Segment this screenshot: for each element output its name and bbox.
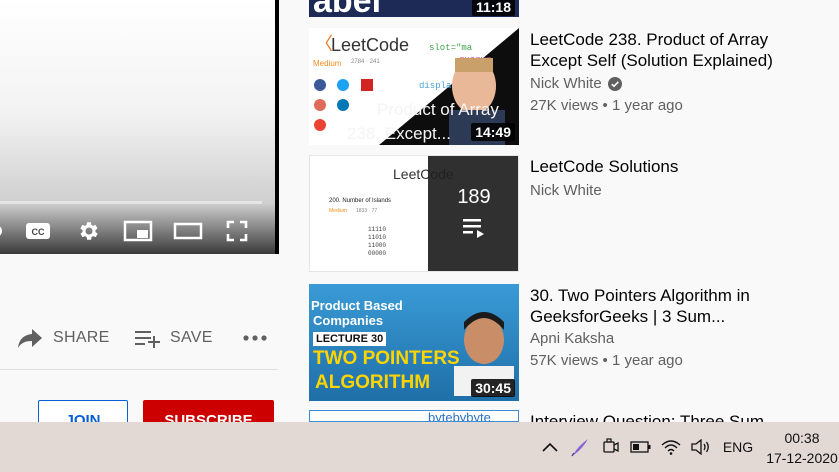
thumbnail-overlay-line1: Product of Array bbox=[377, 100, 499, 119]
meta-separator: • bbox=[602, 352, 612, 369]
thumbnail-banner: Product Based Companies bbox=[311, 298, 441, 328]
video-duration: 30:45 bbox=[471, 379, 515, 397]
thumbnail-grid-row: 11110 bbox=[368, 226, 387, 233]
video-player[interactable]: CC bbox=[0, 0, 278, 254]
thumbnail-headline-line1: TWO POINTERS bbox=[313, 348, 460, 369]
verified-badge-icon bbox=[607, 76, 622, 91]
player-edge bbox=[275, 0, 279, 254]
share-button[interactable]: SHARE bbox=[17, 318, 110, 358]
divider bbox=[0, 369, 278, 370]
video-duration: 14:49 bbox=[471, 123, 515, 141]
svg-text:CC: CC bbox=[32, 227, 45, 237]
view-count: 27K views bbox=[530, 97, 599, 114]
thumbnail-lecture: LECTURE 30 bbox=[313, 332, 387, 346]
thumbnail-text: abel bbox=[313, 0, 381, 17]
thumbnail-grid-row: 11000 bbox=[368, 242, 387, 249]
video-thumbnail[interactable]: Product Based Companies LECTURE 30 TWO P… bbox=[309, 284, 519, 401]
upload-age: 1 year ago bbox=[611, 97, 683, 114]
theater-mode-icon[interactable] bbox=[172, 210, 204, 252]
thumbnail-banner-line1: Product Based bbox=[311, 298, 403, 313]
video-duration: 11:18 bbox=[471, 0, 515, 16]
video-meta: 27K views • 1 year ago bbox=[530, 97, 683, 114]
player-controls: CC bbox=[0, 210, 275, 252]
thumbnail-grid-row: 11010 bbox=[368, 234, 387, 241]
clock-time: 00:38 bbox=[784, 430, 820, 446]
add-to-playlist-icon bbox=[135, 331, 160, 348]
thumbnail-level: Medium bbox=[313, 59, 342, 68]
thumbnail-counts: 2784 · 241 bbox=[351, 59, 380, 65]
playlist-icon bbox=[463, 219, 484, 238]
volume-icon[interactable] bbox=[688, 422, 714, 472]
taskbar: ENG 00:38 17-12-2020 bbox=[0, 422, 839, 472]
playlist-count: 189 bbox=[457, 186, 491, 208]
subtitles-icon[interactable]: CC bbox=[23, 210, 53, 252]
video-meta: 57K views • 1 year ago bbox=[530, 352, 683, 369]
thumbnail-banner-line2: Companies bbox=[313, 313, 384, 328]
thumbnail-counts: 1833 · 77 bbox=[356, 208, 378, 214]
clock-date: 17-12-2020 bbox=[766, 450, 838, 466]
channel-name[interactable]: Nick White bbox=[530, 75, 622, 92]
share-label: SHARE bbox=[53, 329, 110, 346]
system-clock[interactable]: 00:38 17-12-2020 bbox=[762, 428, 839, 468]
channel-name[interactable]: Nick White bbox=[530, 182, 602, 199]
playlist-thumbnail[interactable]: LeetCode 200. Number of Islands Medium 1… bbox=[309, 155, 519, 272]
youtube-watch-page: CC SHARE SAVE JOIN SUBSCRIBE 11:18 slot=… bbox=[0, 0, 839, 472]
pen-icon[interactable] bbox=[567, 422, 593, 472]
save-label: SAVE bbox=[170, 329, 213, 346]
video-progress-bar[interactable] bbox=[0, 201, 262, 204]
chevron-up-icon[interactable] bbox=[538, 422, 562, 472]
channel-name[interactable]: Apni Kaksha bbox=[530, 330, 614, 347]
channel-name-text: Nick White bbox=[530, 75, 602, 92]
thumbnail-overlay-line2: 238. Except... bbox=[347, 124, 451, 143]
battery-icon[interactable] bbox=[628, 422, 654, 472]
video-actions: SHARE SAVE bbox=[0, 318, 278, 358]
thumbnail-headline-line2: ALGORITHM bbox=[315, 372, 431, 393]
meta-separator: • bbox=[602, 97, 612, 114]
more-actions-button[interactable] bbox=[242, 318, 268, 358]
svg-text:slot="ma: slot="ma bbox=[429, 43, 473, 53]
save-button[interactable]: SAVE bbox=[134, 318, 213, 358]
wifi-icon[interactable] bbox=[658, 422, 684, 472]
miniplayer-toggle-icon[interactable] bbox=[0, 210, 6, 252]
video-thumbnail[interactable]: bytebybyte bbox=[309, 410, 519, 422]
view-count: 57K views bbox=[530, 352, 599, 369]
video-title[interactable]: LeetCode 238. Product of Array Except Se… bbox=[530, 29, 820, 71]
meet-now-icon[interactable] bbox=[598, 422, 624, 472]
settings-icon[interactable] bbox=[74, 210, 102, 252]
playlist-title[interactable]: LeetCode Solutions bbox=[530, 156, 820, 177]
fullscreen-icon[interactable] bbox=[222, 210, 252, 252]
video-thumbnail[interactable]: abel 11:18 bbox=[309, 0, 519, 17]
playlist-overlay: 189 bbox=[428, 156, 518, 271]
thumbnail-brand: LeetCode bbox=[331, 35, 410, 55]
more-horizontal-icon bbox=[243, 335, 267, 341]
thumbnail-brand: bytebybyte bbox=[428, 410, 491, 422]
thumbnail-grid-row: 00000 bbox=[368, 250, 387, 257]
video-title[interactable]: Interview Question: Three Sum bbox=[530, 411, 820, 422]
share-icon bbox=[18, 329, 42, 348]
upload-age: 1 year ago bbox=[611, 352, 683, 369]
thumbnail-level: Medium bbox=[329, 208, 347, 214]
video-title[interactable]: 30. Two Pointers Algorithm in GeeksforGe… bbox=[530, 285, 820, 327]
video-thumbnail[interactable]: slot="ma query= display= 〈 LeetCode Medi… bbox=[309, 28, 519, 145]
thumbnail-problem: 200. Number of Islands bbox=[329, 198, 392, 204]
input-language[interactable]: ENG bbox=[718, 422, 758, 472]
miniplayer-icon[interactable] bbox=[121, 210, 155, 252]
